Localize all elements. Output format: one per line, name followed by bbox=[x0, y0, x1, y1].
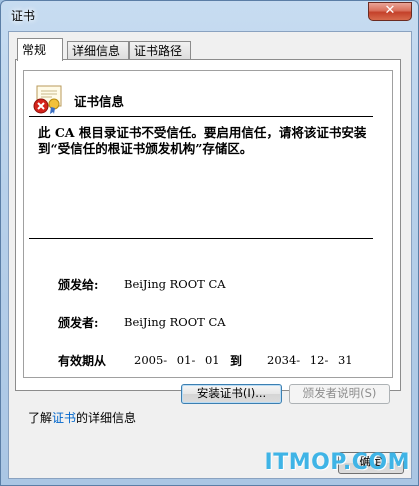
certificate-info-title: 证书信息 bbox=[74, 94, 125, 109]
tab-general[interactable]: 常规 bbox=[17, 38, 63, 61]
window-title: 证书 bbox=[11, 9, 36, 23]
install-certificate-button[interactable]: 安装证书(I)... bbox=[181, 384, 282, 404]
issued-to-label: 颁发给: bbox=[58, 278, 99, 292]
issuer-statement-button[interactable]: 颁发者说明(S) bbox=[289, 384, 390, 404]
issued-to-value: BeiJing ROOT CA bbox=[124, 277, 226, 291]
divider bbox=[29, 116, 373, 117]
learn-more-suffix: 的详细信息 bbox=[76, 411, 137, 425]
watermark-logo: ITMOP.COM bbox=[264, 450, 410, 475]
tab-details[interactable]: 详细信息 bbox=[67, 41, 129, 60]
close-icon: ✕ bbox=[384, 3, 396, 18]
valid-to-label: 到 bbox=[230, 354, 243, 368]
general-tab-panel: 证书信息 此 CA 根目录证书不受信任。要启用信任，请将该证书安装到“受信任的根… bbox=[15, 59, 401, 391]
tab-general-label: 常规 bbox=[22, 43, 47, 57]
divider bbox=[29, 238, 373, 239]
learn-more-line: 了解证书的详细信息 bbox=[28, 409, 136, 426]
trust-warning-text: 此 CA 根目录证书不受信任。要启用信任，请将该证书安装到“受信任的根证书颁发机… bbox=[38, 125, 367, 156]
certificate-dialog: 证书 ✕ 常规 详细信息 证书路径 证书信息 此 CA 根目录证书不受信任。要启… bbox=[0, 0, 419, 486]
dialog-body: 常规 详细信息 证书路径 证书信息 此 CA 根目录证书不受信任。要启用信任，请… bbox=[8, 31, 412, 479]
title-bar: 证书 ✕ bbox=[1, 1, 418, 29]
tab-details-label: 详细信息 bbox=[72, 44, 121, 58]
tab-certification-path[interactable]: 证书路径 bbox=[129, 41, 191, 60]
valid-from-date: 2005- 01- 01 bbox=[134, 353, 220, 367]
tab-path-label: 证书路径 bbox=[134, 44, 183, 58]
valid-to-date: 2034- 12- 31 bbox=[267, 353, 353, 367]
learn-more-certificates-link[interactable]: 证书 bbox=[52, 411, 76, 425]
learn-more-prefix: 了解 bbox=[28, 411, 53, 425]
close-button[interactable]: ✕ bbox=[368, 2, 412, 21]
issued-by-value: BeiJing ROOT CA bbox=[124, 315, 226, 329]
certificate-info-box: 证书信息 此 CA 根目录证书不受信任。要启用信任，请将该证书安装到“受信任的根… bbox=[23, 70, 393, 378]
certificate-error-icon bbox=[33, 85, 62, 114]
issued-by-label: 颁发者: bbox=[58, 316, 99, 330]
validity-label: 有效期从 bbox=[58, 354, 107, 368]
